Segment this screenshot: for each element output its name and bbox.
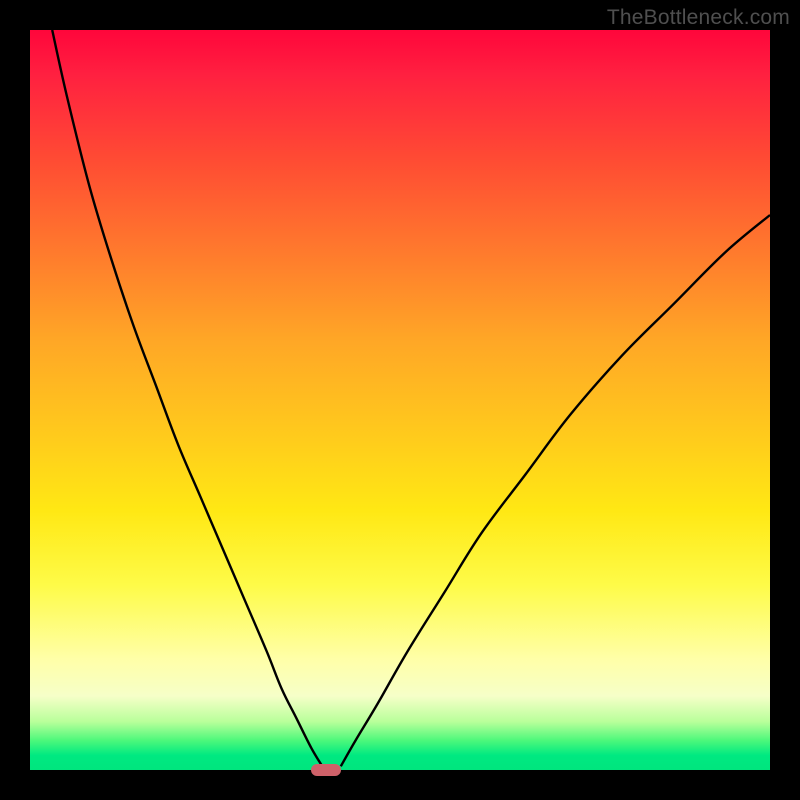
- minimum-marker: [311, 764, 341, 776]
- watermark-text: TheBottleneck.com: [607, 6, 790, 30]
- curve-layer: [30, 30, 770, 770]
- right-branch-curve: [341, 215, 770, 766]
- plot-area: [30, 30, 770, 770]
- chart-frame: TheBottleneck.com: [0, 0, 800, 800]
- left-branch-curve: [52, 30, 322, 766]
